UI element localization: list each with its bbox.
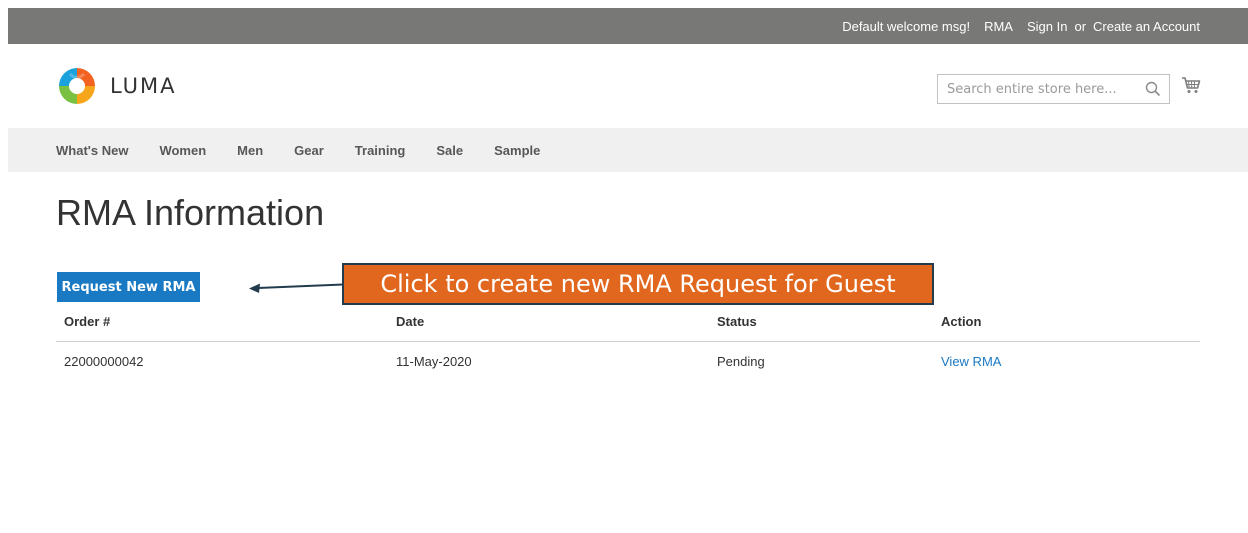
or-separator: or (1074, 18, 1087, 34)
column-header-order: Order # (64, 314, 111, 329)
order-date: 11-May-2020 (396, 354, 472, 369)
sign-in-link[interactable]: Sign In (1027, 19, 1067, 34)
table-row: 22000000042 11-May-2020 Pending View RMA (56, 342, 1200, 382)
top-header-bar: Default welcome msg! RMA Sign In or Crea… (8, 8, 1248, 44)
annotation-callout: Click to create new RMA Request for Gues… (342, 263, 934, 305)
search-icon[interactable] (1145, 81, 1161, 102)
welcome-message: Default welcome msg! (842, 18, 971, 34)
request-new-rma-button[interactable]: Request New RMA (57, 272, 200, 302)
luma-logo-icon (59, 68, 95, 104)
nav-item-women[interactable]: Women (159, 143, 206, 158)
search-input[interactable] (938, 75, 1133, 103)
store-logo[interactable]: LUMA (56, 65, 177, 107)
cart-icon[interactable] (1181, 75, 1201, 100)
page: Default welcome msg! RMA Sign In or Crea… (0, 0, 1248, 533)
column-header-action: Action (941, 314, 982, 329)
nav-item-men[interactable]: Men (237, 143, 263, 158)
table-header: Order # Date Status Action (56, 310, 1200, 342)
view-rma-link[interactable]: View RMA (941, 350, 1001, 374)
nav-item-gear[interactable]: Gear (294, 143, 324, 158)
rma-table: Order # Date Status Action 22000000042 1… (56, 310, 1200, 382)
arrow-left-icon (248, 279, 344, 300)
rma-link[interactable]: RMA (984, 19, 1013, 34)
create-account-link[interactable]: Create an Account (1093, 19, 1200, 34)
nav-item-whats-new[interactable]: What's New (56, 143, 128, 158)
order-number: 22000000042 (64, 354, 144, 369)
nav-item-training[interactable]: Training (355, 143, 406, 158)
nav-item-sale[interactable]: Sale (436, 143, 463, 158)
rma-status: Pending (717, 354, 765, 369)
column-header-status: Status (717, 314, 757, 329)
nav-menu: What's New Women Men Gear Training Sale … (56, 128, 571, 172)
brand-name: LUMA (110, 74, 177, 98)
nav-item-sample[interactable]: Sample (494, 143, 540, 158)
column-header-date: Date (396, 314, 425, 329)
page-title: RMA Information (56, 192, 325, 233)
search-box (937, 74, 1170, 104)
header-links: Default welcome msg! RMA Sign In or Crea… (842, 8, 1200, 44)
main-navigation: What's New Women Men Gear Training Sale … (8, 128, 1248, 172)
